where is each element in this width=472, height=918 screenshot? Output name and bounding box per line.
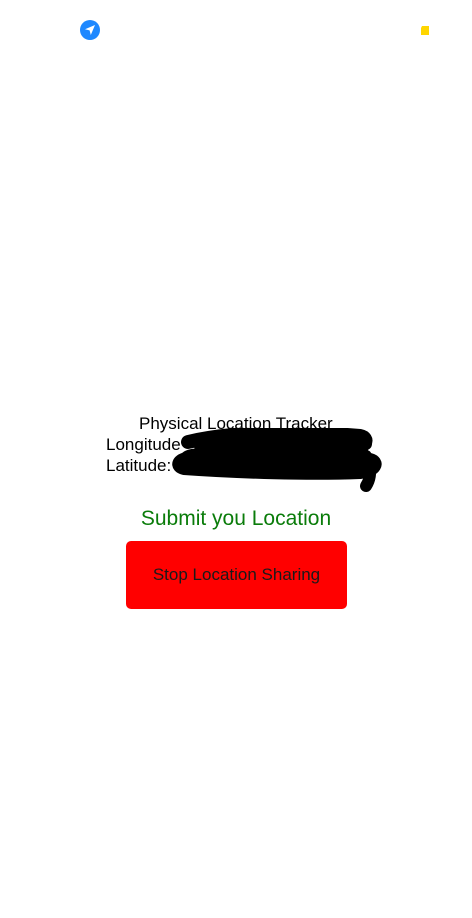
submit-location-button[interactable]: Submit you Location xyxy=(0,506,472,532)
stop-location-sharing-label: Stop Location Sharing xyxy=(152,565,321,584)
redaction-scribble xyxy=(172,428,382,492)
location-arrow-icon xyxy=(80,20,100,40)
stop-location-sharing-button[interactable]: Stop Location Sharing xyxy=(126,541,347,609)
latitude-label: Latitude: xyxy=(106,456,172,475)
status-bar xyxy=(0,0,472,60)
location-arrow-glyph xyxy=(85,25,95,35)
battery-indicator-icon xyxy=(421,26,429,35)
